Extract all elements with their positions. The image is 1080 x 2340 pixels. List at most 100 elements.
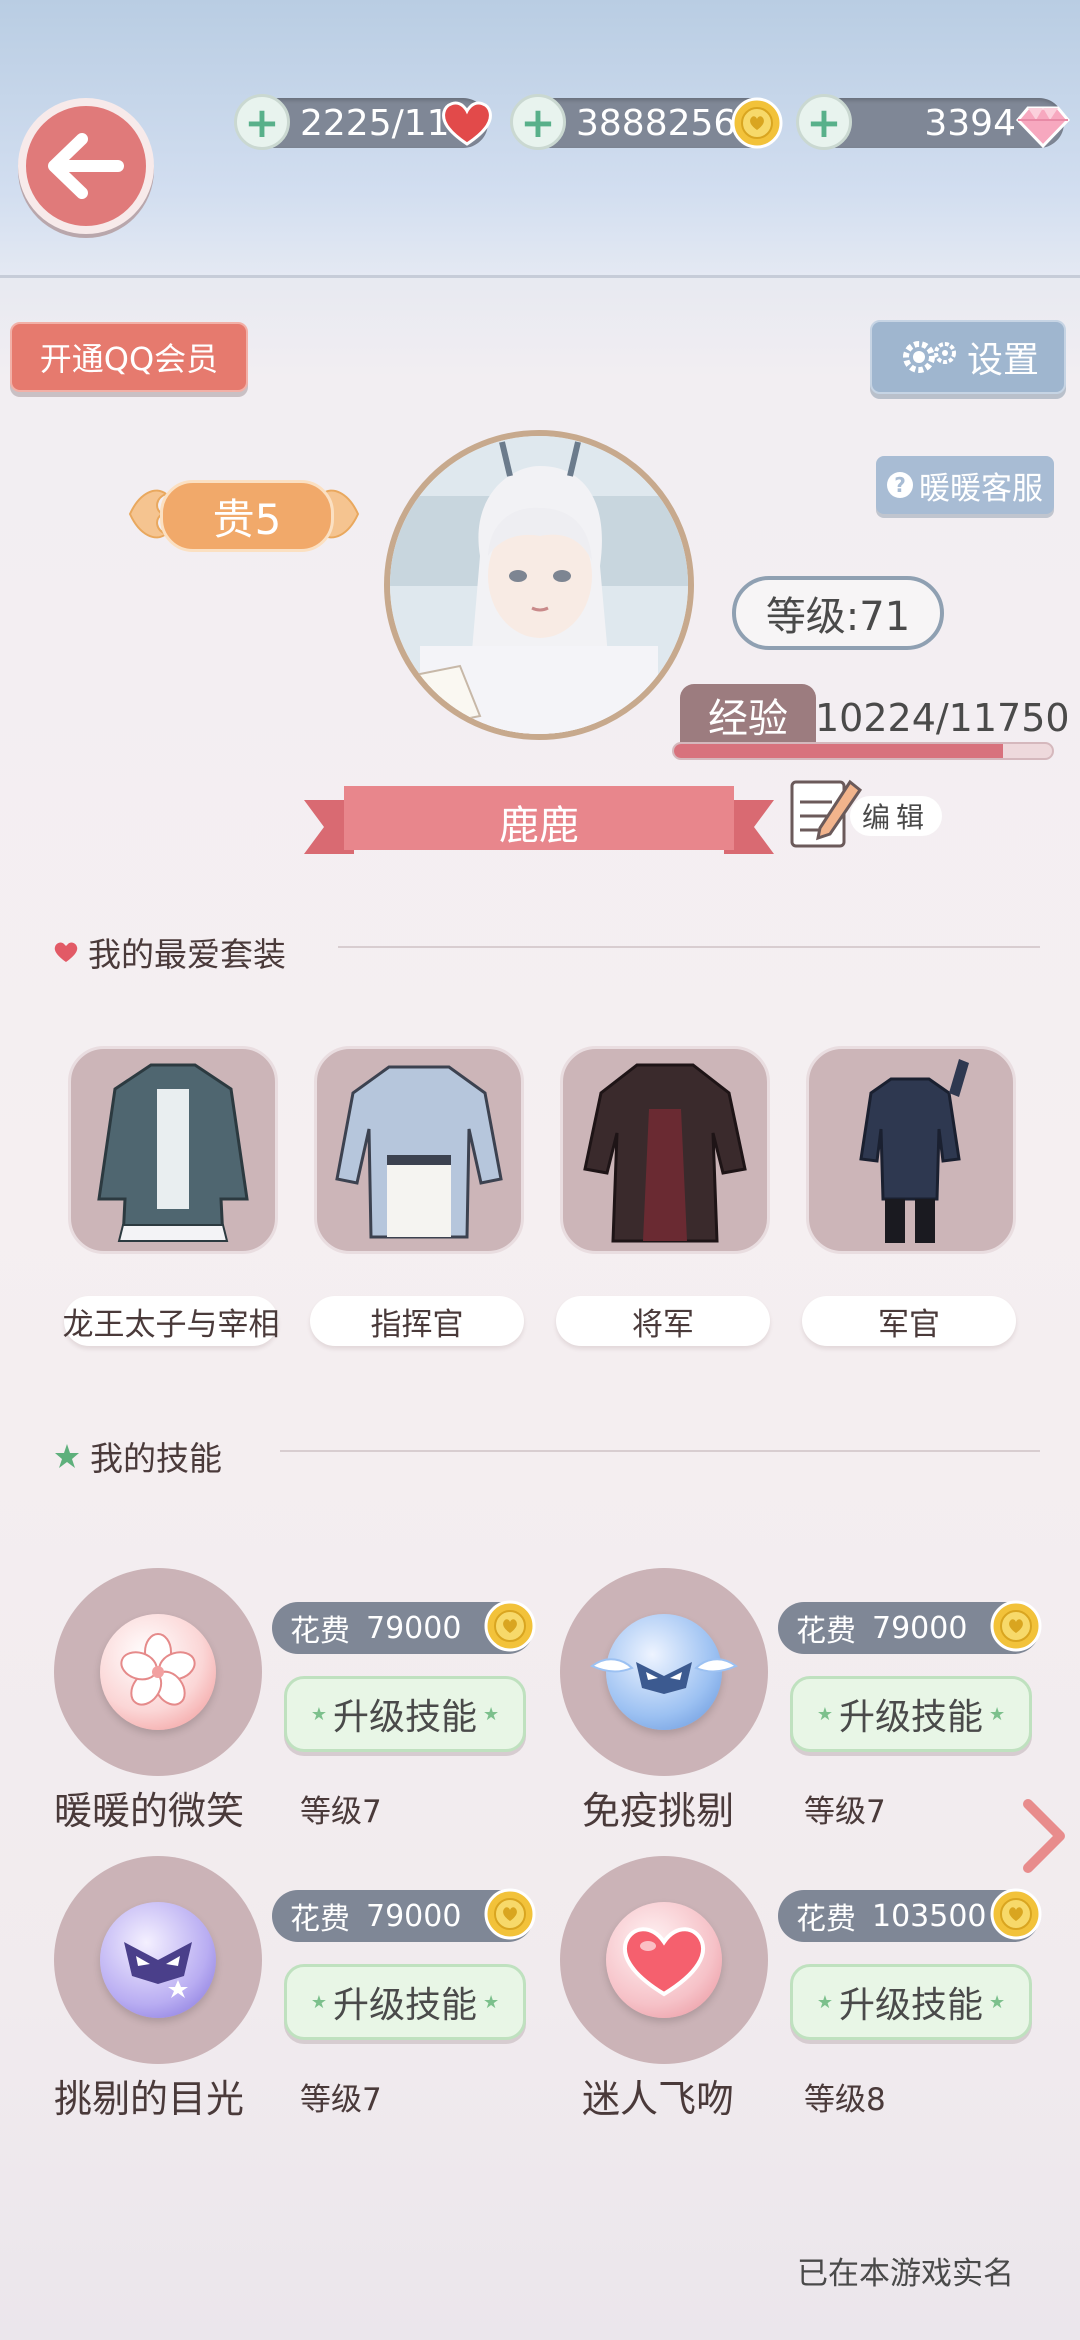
outfit-card[interactable] [68,1046,278,1254]
upgrade-skill-button[interactable]: ★ 升级技能 ★ [284,1676,526,1752]
edit-label: 编辑 [850,796,942,836]
upgrade-label: 升级技能 [838,1697,983,1738]
gear-icon [902,341,956,373]
gold-coin-icon [484,1888,536,1940]
exp-value: 10224/11750 [815,696,1070,740]
outfit-label: 将军 [556,1296,770,1346]
stamina-value: 2225/110 [300,102,473,144]
character-portrait [390,436,688,734]
skill-icon-circle[interactable] [560,1568,768,1776]
stamina-counter: + 2225/110 [234,94,492,150]
qq-vip-label: 开通QQ会员 [39,340,219,378]
skill-icon-circle[interactable] [560,1856,768,2064]
gold-counter: + 3888256 [510,94,783,150]
outfit-card[interactable] [806,1046,1016,1254]
customer-service-label: 暖暖客服 [919,470,1043,507]
outfit-label: 军官 [802,1296,1016,1346]
star-icon: ★ [310,1991,327,2013]
upgrade-skill-button[interactable]: ★ 升级技能 ★ [790,1964,1032,2040]
upgrade-skill-button[interactable]: ★ 升级技能 ★ [790,1676,1032,1752]
gold-coin-icon [990,1600,1042,1652]
outfit-officer-icon [859,1059,969,1243]
diamond-counter: + 3394 [796,94,1071,150]
skill-level: 等级7 [300,1794,382,1830]
skill-cost: 花费 79000 [778,1600,1042,1654]
heart-icon [54,942,78,962]
divider [280,1450,1040,1452]
add-stamina-button[interactable]: + [234,94,290,150]
star-icon: ★ [816,1991,833,2013]
upgrade-label: 升级技能 [332,1985,477,2026]
outfit-card[interactable] [560,1046,770,1254]
skill-level: 等级7 [300,2082,382,2118]
player-name: 鹿鹿 [499,803,579,849]
star-icon: ★ [310,1703,327,1725]
outfit-commander-icon [335,1065,503,1239]
skill-orb [100,1902,216,2018]
exp-progress-fill [674,744,1003,758]
skill-name: 挑剔的目光 [54,2077,245,2121]
star-icon: ★ [483,1991,500,2013]
exp-label: 经验 [680,684,816,746]
cost-label: 花费 [796,1614,856,1649]
vip-badge[interactable]: 贵5 [126,472,362,556]
skill-orb [100,1614,216,1730]
cost-label: 花费 [290,1614,350,1649]
outfit-general-icon [583,1063,747,1243]
next-page-arrow-icon[interactable] [1018,1796,1068,1876]
gold-value: 3888256 [576,102,737,144]
skill-name: 迷人飞吻 [582,2077,735,2121]
cost-value: 103500 [872,1898,987,1934]
outfit-label: 龙王太子与宰相 [63,1296,280,1346]
mask-icon [124,1942,192,1998]
star-icon: ★ [816,1703,833,1725]
skill-orb [606,1902,722,2018]
skill-name: 暖暖的微笑 [54,1789,245,1833]
upgrade-label: 升级技能 [332,1697,477,1738]
outfit-hanfu-icon [97,1063,249,1242]
cost-label: 花费 [290,1902,350,1937]
outfit-card[interactable] [314,1046,524,1254]
edit-name-button[interactable]: 编辑 [786,768,946,858]
back-arrow-icon [48,133,124,199]
help-icon: ? [887,472,913,498]
cost-value: 79000 [366,1610,462,1646]
skill-cost: 花费 103500 [778,1888,1042,1942]
settings-button[interactable]: 设置 [870,320,1066,394]
add-gold-button[interactable]: + [510,94,566,150]
back-button[interactable] [18,98,154,234]
star-icon [55,1444,79,1468]
cost-value: 79000 [872,1610,968,1646]
diamond-icon [1015,106,1071,149]
gold-coin-icon [484,1600,536,1652]
favorites-section-title: 我的最爱套装 [54,928,286,976]
gold-coin-icon [990,1888,1042,1940]
avatar[interactable] [384,430,694,740]
cost-value: 79000 [366,1898,462,1934]
skill-icon-circle[interactable] [54,1856,262,2064]
skill-cost: 花费 79000 [272,1600,536,1654]
skills-title: 我的技能 [90,1439,222,1478]
qq-vip-button[interactable]: 开通QQ会员 [10,322,248,392]
player-level: 等级:71 [732,576,944,650]
star-icon: ★ [989,1703,1006,1725]
divider [338,946,1040,948]
upgrade-skill-button[interactable]: ★ 升级技能 ★ [284,1964,526,2040]
add-diamond-button[interactable]: + [796,94,852,150]
skill-icon-circle[interactable] [54,1568,262,1776]
diamond-value: 3394 [924,102,1016,144]
upgrade-label: 升级技能 [838,1985,983,2026]
heart-kiss-icon [623,1927,705,1997]
skill-level: 等级7 [804,1794,886,1830]
customer-service-button[interactable]: ? 暖暖客服 [876,456,1054,514]
outfit-label: 指挥官 [310,1296,524,1346]
gold-coin-icon [731,97,783,149]
star-icon: ★ [483,1703,500,1725]
skill-orb [590,1614,738,1730]
skills-section-title: 我的技能 [54,1432,222,1480]
settings-label: 设置 [966,340,1039,381]
winged-mask-icon [590,1658,738,1694]
skill-level: 等级8 [804,2082,886,2118]
vip-level: 贵5 [160,480,334,552]
favorites-title: 我的最爱套装 [88,935,286,974]
